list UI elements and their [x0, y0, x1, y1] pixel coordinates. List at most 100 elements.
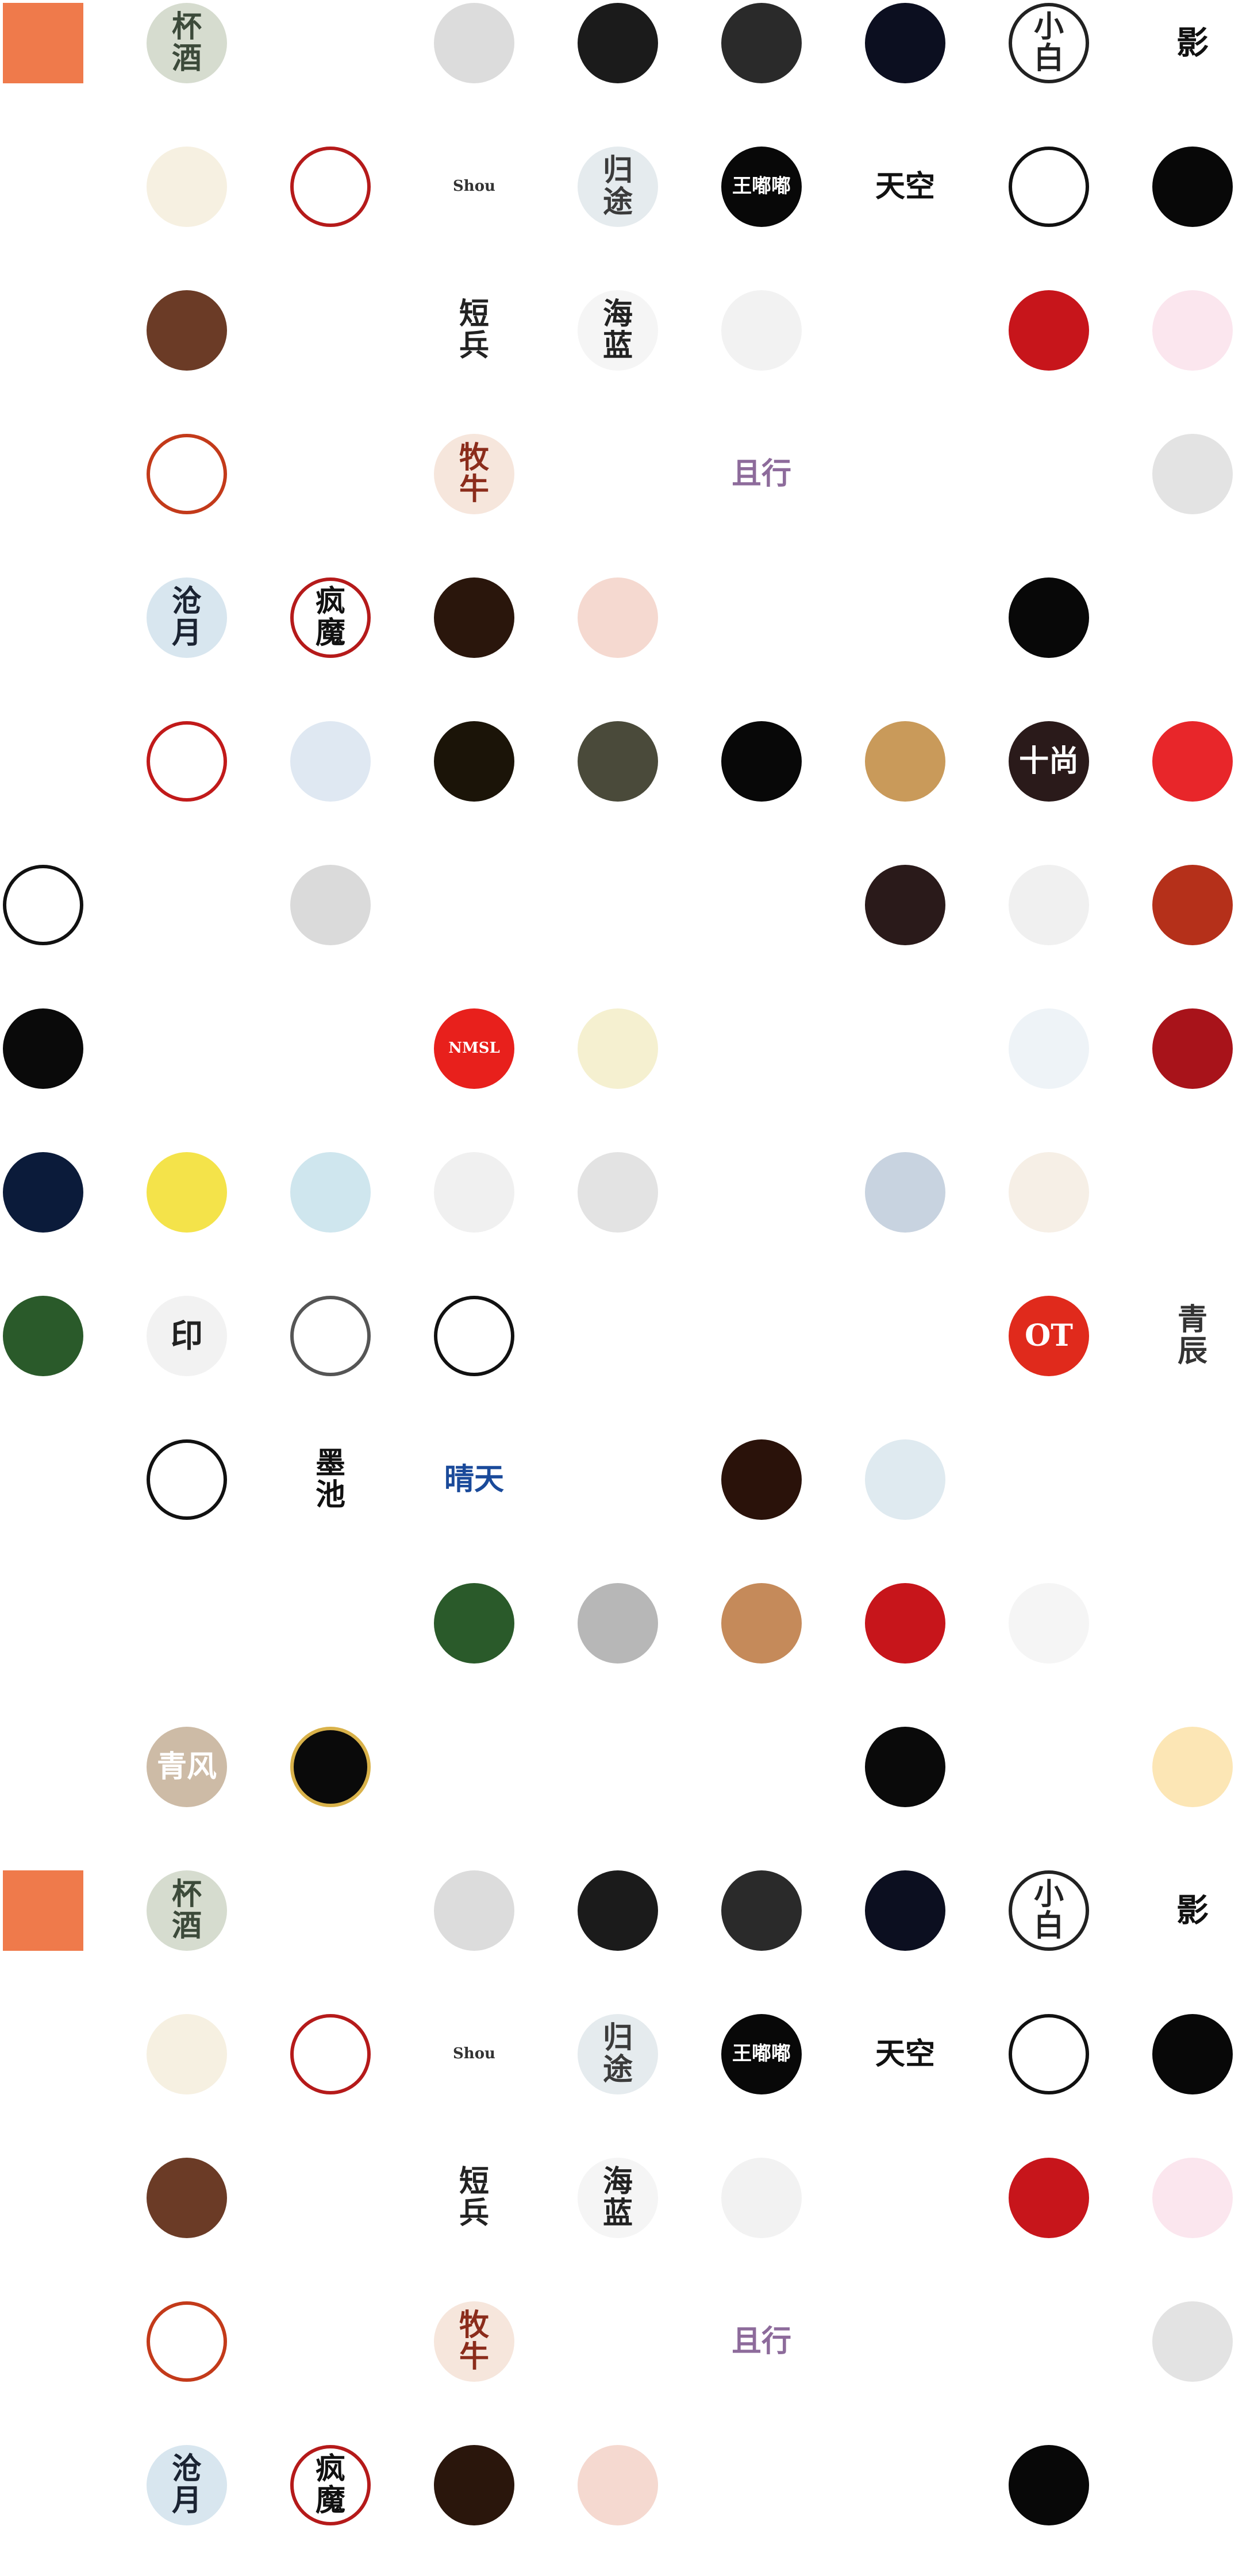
avatar-tile[interactable]: [434, 865, 514, 945]
avatar-tile[interactable]: [1009, 577, 1089, 658]
avatar-tile[interactable]: [1009, 1008, 1089, 1089]
avatar-tile[interactable]: [290, 2158, 371, 2238]
avatar-tile[interactable]: [434, 1583, 514, 1664]
avatar-tile[interactable]: [578, 721, 658, 802]
avatar-tile[interactable]: [147, 2301, 227, 2382]
avatar-tile[interactable]: [578, 1439, 658, 1520]
avatar-tile[interactable]: [3, 1152, 83, 1233]
avatar-tile[interactable]: [865, 2301, 945, 2382]
avatar-tile[interactable]: 海 蓝: [578, 290, 658, 371]
avatar-tile[interactable]: [865, 2445, 945, 2525]
avatar-tile[interactable]: [3, 2014, 83, 2094]
avatar-tile[interactable]: [1152, 1727, 1233, 1807]
avatar-tile[interactable]: [434, 3, 514, 83]
avatar-tile[interactable]: [721, 1296, 802, 1376]
avatar-tile[interactable]: [1009, 1152, 1089, 1233]
avatar-tile[interactable]: [3, 1727, 83, 1807]
avatar-tile[interactable]: [3, 2445, 83, 2525]
avatar-tile[interactable]: 且行: [721, 2301, 802, 2382]
avatar-tile[interactable]: 天空: [865, 2014, 945, 2094]
avatar-tile[interactable]: [3, 1008, 83, 1089]
avatar-tile[interactable]: [1152, 1439, 1233, 1520]
avatar-tile[interactable]: [578, 2445, 658, 2525]
avatar-tile[interactable]: [1152, 577, 1233, 658]
avatar-tile[interactable]: [865, 721, 945, 802]
avatar-tile[interactable]: [147, 1008, 227, 1089]
avatar-tile[interactable]: [721, 3, 802, 83]
avatar-tile[interactable]: [578, 2301, 658, 2382]
avatar-tile[interactable]: [865, 434, 945, 514]
avatar-tile[interactable]: [1152, 2301, 1233, 2382]
avatar-tile[interactable]: [865, 577, 945, 658]
avatar-tile[interactable]: [721, 1727, 802, 1807]
avatar-tile[interactable]: [1152, 721, 1233, 802]
avatar-tile[interactable]: [865, 865, 945, 945]
avatar-tile[interactable]: 青 辰: [1152, 1296, 1233, 1376]
avatar-tile[interactable]: [721, 2158, 802, 2238]
avatar-tile[interactable]: 墨 池: [290, 1439, 371, 1520]
avatar-tile[interactable]: [578, 3, 658, 83]
avatar-tile[interactable]: [290, 1296, 371, 1376]
avatar-tile[interactable]: [865, 1870, 945, 1951]
avatar-tile[interactable]: [434, 1152, 514, 1233]
avatar-tile[interactable]: 杯 酒: [147, 3, 227, 83]
avatar-tile[interactable]: [578, 1152, 658, 1233]
avatar-tile[interactable]: Shou: [434, 2014, 514, 2094]
avatar-tile[interactable]: [3, 1583, 83, 1664]
avatar-tile[interactable]: [147, 721, 227, 802]
avatar-tile[interactable]: [1152, 2158, 1233, 2238]
avatar-tile[interactable]: [290, 1870, 371, 1951]
avatar-tile[interactable]: [3, 3, 83, 83]
avatar-tile[interactable]: [290, 290, 371, 371]
avatar-tile[interactable]: 十尚: [1009, 721, 1089, 802]
avatar-tile[interactable]: 天空: [865, 147, 945, 227]
avatar-tile[interactable]: [290, 3, 371, 83]
avatar-tile[interactable]: [578, 577, 658, 658]
avatar-tile[interactable]: [1009, 1583, 1089, 1664]
avatar-tile[interactable]: [3, 147, 83, 227]
avatar-tile[interactable]: [578, 1727, 658, 1807]
avatar-tile[interactable]: [434, 577, 514, 658]
avatar-tile[interactable]: [1152, 1008, 1233, 1089]
avatar-tile[interactable]: [1152, 1583, 1233, 1664]
avatar-tile[interactable]: [721, 577, 802, 658]
avatar-tile[interactable]: [865, 2158, 945, 2238]
avatar-tile[interactable]: [578, 1296, 658, 1376]
avatar-tile[interactable]: [3, 865, 83, 945]
avatar-tile[interactable]: [434, 721, 514, 802]
avatar-tile[interactable]: 影: [1152, 3, 1233, 83]
avatar-tile[interactable]: [3, 290, 83, 371]
avatar-tile[interactable]: 归 途: [578, 2014, 658, 2094]
avatar-tile[interactable]: 短 兵: [434, 290, 514, 371]
avatar-tile[interactable]: [434, 1870, 514, 1951]
avatar-tile[interactable]: [290, 2301, 371, 2382]
avatar-tile[interactable]: [1009, 290, 1089, 371]
avatar-tile[interactable]: 印: [147, 1296, 227, 1376]
avatar-tile[interactable]: [3, 2158, 83, 2238]
avatar-tile[interactable]: [865, 1583, 945, 1664]
avatar-tile[interactable]: [3, 577, 83, 658]
avatar-tile[interactable]: [147, 2014, 227, 2094]
avatar-tile[interactable]: [147, 147, 227, 227]
avatar-tile[interactable]: [1009, 2301, 1089, 2382]
avatar-tile[interactable]: OT: [1009, 1296, 1089, 1376]
avatar-tile[interactable]: [434, 1727, 514, 1807]
avatar-tile[interactable]: 王嘟嘟: [721, 2014, 802, 2094]
avatar-tile[interactable]: 沧 月: [147, 2445, 227, 2525]
avatar-tile[interactable]: 小 白: [1009, 3, 1089, 83]
avatar-tile[interactable]: [147, 865, 227, 945]
avatar-tile[interactable]: [290, 865, 371, 945]
avatar-tile[interactable]: [1009, 147, 1089, 227]
avatar-tile[interactable]: [721, 1152, 802, 1233]
avatar-tile[interactable]: [578, 1008, 658, 1089]
avatar-tile[interactable]: [1152, 434, 1233, 514]
avatar-tile[interactable]: [147, 1152, 227, 1233]
avatar-tile[interactable]: NMSL: [434, 1008, 514, 1089]
avatar-tile[interactable]: [434, 2445, 514, 2525]
avatar-tile[interactable]: [290, 1152, 371, 1233]
avatar-tile[interactable]: 王嘟嘟: [721, 147, 802, 227]
avatar-tile[interactable]: [1152, 2014, 1233, 2094]
avatar-tile[interactable]: [3, 721, 83, 802]
avatar-tile[interactable]: 疯 魔: [290, 577, 371, 658]
avatar-tile[interactable]: [865, 1008, 945, 1089]
